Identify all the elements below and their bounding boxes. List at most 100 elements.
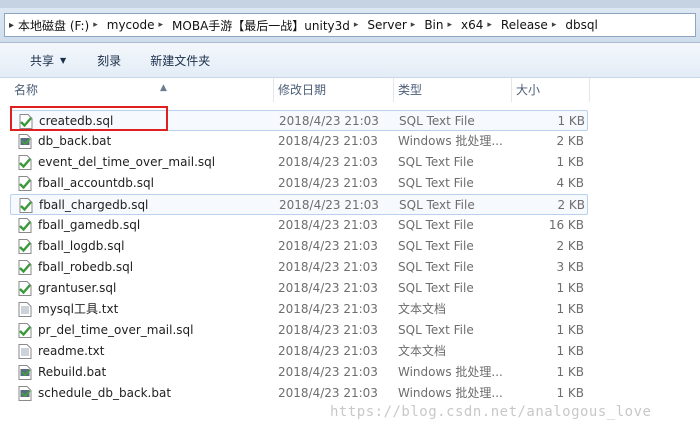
file-row[interactable]: mysql工具.txt 2018/4/23 21:03 文本文档 1 KB — [10, 299, 588, 320]
breadcrumb-label: Server — [367, 18, 407, 32]
window-top-strip — [0, 0, 700, 8]
file-date: 2018/4/23 21:03 — [278, 365, 378, 379]
file-date: 2018/4/23 21:03 — [278, 281, 378, 295]
file-size: 1 KB — [556, 281, 584, 295]
breadcrumb-item[interactable]: x64 ▸ — [459, 18, 499, 32]
file-size: 3 KB — [556, 260, 584, 274]
breadcrumb-item[interactable]: Release ▸ — [499, 18, 563, 32]
share-label: 共享 — [30, 53, 55, 68]
file-name: fball_gamedb.sql — [38, 218, 141, 232]
file-size: 16 KB — [548, 218, 584, 232]
file-date: 2018/4/23 21:03 — [278, 155, 378, 169]
txt-file-icon — [18, 302, 32, 317]
file-name: readme.txt — [38, 344, 105, 358]
sql-file-icon — [18, 155, 32, 170]
file-row[interactable]: fball_logdb.sql 2018/4/23 21:03 SQL Text F… — [10, 236, 588, 257]
bat-file-icon — [18, 386, 32, 401]
file-name: Rebuild.bat — [38, 365, 107, 379]
file-type: SQL Text File — [398, 323, 474, 337]
chevron-right-icon: ▸ — [487, 20, 492, 30]
file-size: 2 KB — [556, 239, 584, 253]
file-type: SQL Text File — [398, 155, 474, 169]
sql-file-icon — [18, 239, 32, 254]
chevron-down-icon: ▼ — [60, 55, 67, 65]
file-type: SQL Text File — [398, 218, 474, 232]
column-header-size[interactable]: 大小 — [512, 78, 590, 102]
column-type-label: 类型 — [398, 83, 423, 97]
file-row[interactable]: fball_chargedb.sql 2018/4/23 21:03 SQL Tex… — [10, 194, 588, 215]
watermark: https://blog.csdn.net/analogous_love — [330, 404, 652, 420]
file-row[interactable]: fball_accountdb.sql 2018/4/23 21:03 SQL Te… — [10, 173, 588, 194]
breadcrumb-item[interactable]: Server ▸ — [365, 18, 422, 32]
file-name: fball_robedb.sql — [38, 260, 134, 274]
file-name: mysql工具.txt — [38, 302, 119, 316]
file-date: 2018/4/23 21:03 — [279, 198, 379, 212]
file-type: 文本文档 — [398, 344, 447, 358]
file-date: 2018/4/23 21:03 — [278, 323, 378, 337]
burn-button[interactable]: 刻录 — [81, 43, 136, 77]
breadcrumb-item[interactable]: MOBA手游【最后一战】unity3d ▸ — [170, 17, 365, 34]
column-header-date[interactable]: 修改日期 — [274, 78, 394, 102]
breadcrumb-item[interactable]: dbsql — [563, 18, 599, 32]
chevron-right-icon: ▸ — [158, 20, 164, 30]
file-row[interactable]: pr_del_time_over_mail.sql 2018/4/23 21:03… — [10, 320, 588, 341]
breadcrumb-item[interactable]: mycode ▸ — [105, 18, 170, 32]
file-size: 1 KB — [556, 302, 584, 316]
sql-file-icon — [19, 198, 33, 213]
file-size: 2 KB — [556, 134, 584, 148]
chevron-right-icon: ▸ — [93, 20, 98, 30]
file-size: 1 KB — [556, 155, 584, 169]
file-date: 2018/4/23 21:03 — [278, 239, 378, 253]
sql-file-icon — [18, 218, 32, 233]
file-type: Windows 批处理... — [398, 134, 503, 148]
breadcrumb[interactable]: ▸ 本地磁盘 (F:) ▸ mycode ▸ MOBA手游【最后一战】unity3d ▸ Se… — [4, 13, 696, 37]
file-row[interactable]: fball_gamedb.sql 2018/4/23 21:03 SQL Text … — [10, 215, 588, 236]
file-date: 2018/4/23 21:03 — [279, 114, 379, 128]
file-row[interactable]: Rebuild.bat 2018/4/23 21:03 Windows 批处理...… — [10, 362, 588, 383]
chevron-right-icon: ▸ — [551, 20, 557, 30]
breadcrumb-item[interactable]: ▸ 本地磁盘 (F:) ▸ — [5, 17, 105, 34]
share-button[interactable]: 共享 ▼ — [0, 43, 81, 77]
file-date: 2018/4/23 21:03 — [278, 344, 378, 358]
column-header-name[interactable]: 名称 ▲ — [10, 78, 274, 102]
breadcrumb-label: 本地磁盘 (F:) — [18, 18, 90, 33]
new-folder-button[interactable]: 新建文件夹 — [136, 43, 225, 77]
breadcrumb-label: x64 — [461, 18, 484, 32]
file-name: fball_chargedb.sql — [39, 198, 149, 212]
file-row[interactable]: event_del_time_over_mail.sql 2018/4/23 21… — [10, 152, 588, 173]
file-type: SQL Text File — [398, 176, 474, 190]
sql-file-icon — [18, 260, 32, 275]
new-folder-label: 新建文件夹 — [150, 53, 211, 68]
file-size: 1 KB — [556, 365, 584, 379]
address-bar: ▸ 本地磁盘 (F:) ▸ mycode ▸ MOBA手游【最后一战】unity3d ▸ Se… — [0, 8, 700, 43]
file-type: SQL Text File — [398, 260, 474, 274]
file-name: db_back.bat — [38, 134, 112, 148]
file-size: 1 KB — [556, 386, 584, 400]
file-date: 2018/4/23 21:03 — [278, 134, 378, 148]
file-date: 2018/4/23 21:03 — [278, 176, 378, 190]
breadcrumb-label: MOBA手游【最后一战】unity3d — [172, 18, 350, 33]
file-row[interactable]: db_back.bat 2018/4/23 21:03 Windows 批处理...… — [10, 131, 588, 152]
column-header-type[interactable]: 类型 — [394, 78, 512, 102]
annotation-box — [10, 106, 168, 131]
file-type: SQL Text File — [399, 198, 475, 212]
file-type: Windows 批处理... — [398, 365, 503, 379]
file-row[interactable]: grantuser.sql 2018/4/23 21:03 SQL Text Fil… — [10, 278, 588, 299]
breadcrumb-label: mycode — [106, 18, 155, 32]
file-name: fball_accountdb.sql — [38, 176, 154, 190]
file-size: 2 KB — [557, 198, 585, 212]
file-type: 文本文档 — [398, 302, 447, 316]
file-row[interactable]: fball_robedb.sql 2018/4/23 21:03 SQL Text … — [10, 257, 588, 278]
breadcrumb-label: Release — [500, 18, 548, 32]
breadcrumb-label: Bin — [424, 18, 444, 32]
breadcrumb-item[interactable]: Bin ▸ — [422, 18, 459, 32]
chevron-right-icon: ▸ — [9, 19, 15, 31]
sql-file-icon — [18, 176, 32, 191]
file-size: 1 KB — [556, 344, 584, 358]
sql-file-icon — [18, 281, 32, 296]
file-row[interactable]: schedule_db_back.bat 2018/4/23 21:03 Windo… — [10, 383, 588, 404]
column-header: 名称 ▲ 修改日期 类型 大小 — [0, 78, 700, 102]
file-row[interactable]: readme.txt 2018/4/23 21:03 文本文档 1 KB — [10, 341, 588, 362]
column-date-label: 修改日期 — [278, 83, 327, 97]
file-size: 1 KB — [557, 114, 585, 128]
